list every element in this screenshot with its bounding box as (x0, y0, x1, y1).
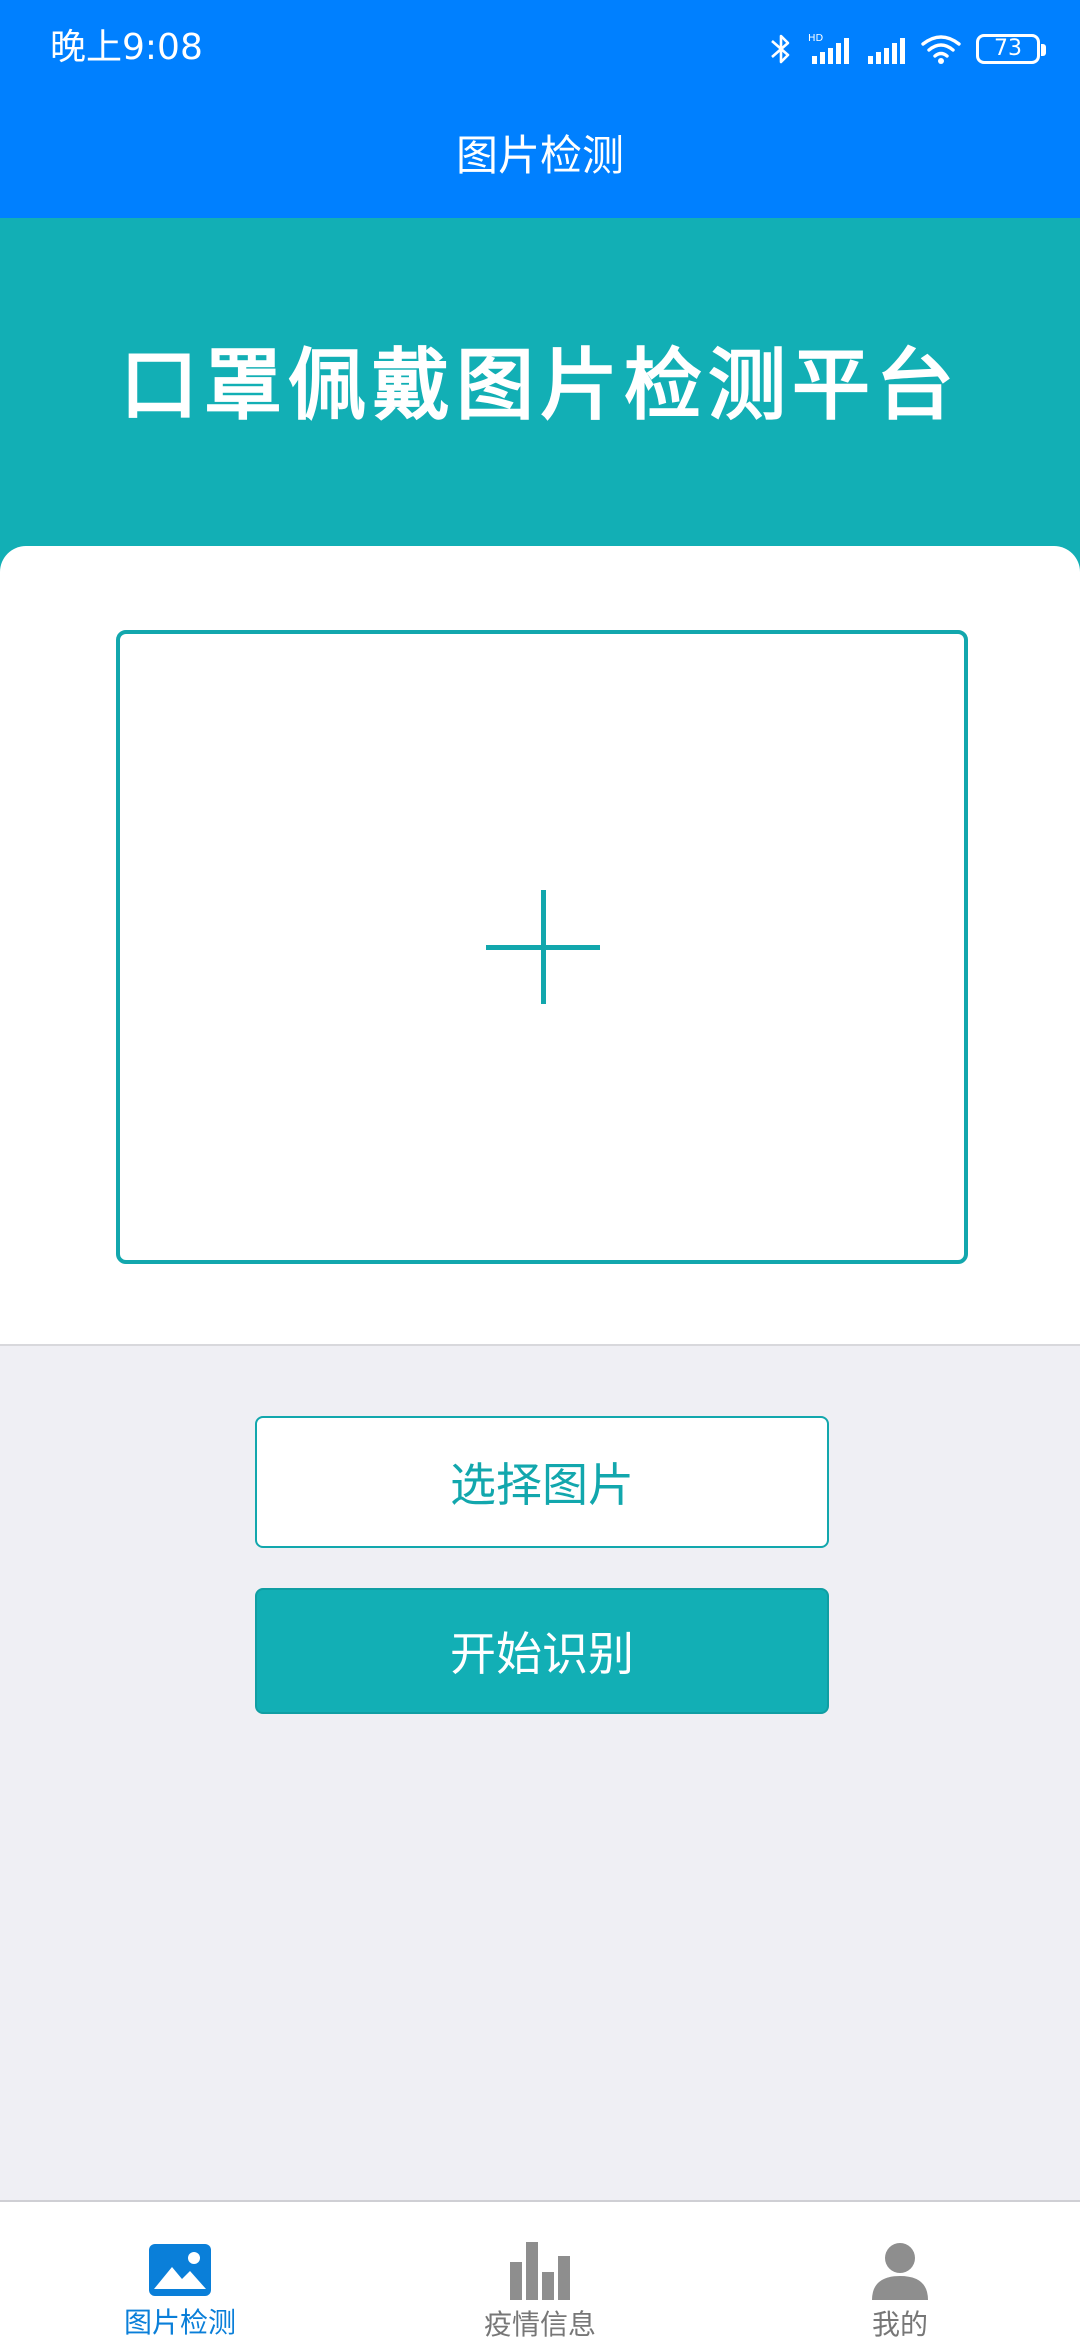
battery-icon: 73 (976, 34, 1046, 64)
signal-icon (868, 38, 905, 64)
signal-icon: HD (808, 33, 849, 64)
page-title: 图片检测 (455, 131, 624, 180)
user-icon (867, 2242, 933, 2300)
select-image-button[interactable]: 选择图片 (255, 1416, 829, 1548)
tab-epidemic-info[interactable]: 疫情信息 (360, 2202, 720, 2340)
status-time: 晚上9:08 (50, 27, 203, 68)
battery-level: 73 (994, 36, 1022, 61)
banner: 口罩佩戴图片检测平台 (0, 218, 1080, 598)
status-icons: HD 73 (768, 26, 1046, 72)
tab-label: 我的 (871, 2308, 928, 2340)
upload-card (0, 546, 1080, 1346)
tab-label: 图片检测 (123, 2306, 236, 2339)
tab-me[interactable]: 我的 (720, 2202, 1080, 2340)
screen: 晚上9:08 HD 73 图片检测 口罩佩戴图片检测平台 选择图片 开始识别 图… (0, 0, 1080, 2340)
wifi-icon (921, 35, 961, 64)
bluetooth-icon (771, 34, 790, 64)
start-recognition-button[interactable]: 开始识别 (255, 1588, 829, 1714)
svg-text:HD: HD (808, 33, 824, 44)
plus-icon (486, 890, 600, 1004)
image-upload-area[interactable] (116, 630, 968, 1264)
top-bar: 晚上9:08 HD 73 图片检测 (0, 0, 1080, 218)
tab-image-detection[interactable]: 图片检测 (0, 2202, 360, 2340)
banner-title: 口罩佩戴图片检测平台 (119, 341, 960, 431)
bar-chart-icon (507, 2242, 573, 2300)
bottom-tab-bar: 图片检测 疫情信息 我的 (0, 2200, 1080, 2340)
image-icon (147, 2242, 213, 2298)
tab-label: 疫情信息 (483, 2308, 596, 2340)
